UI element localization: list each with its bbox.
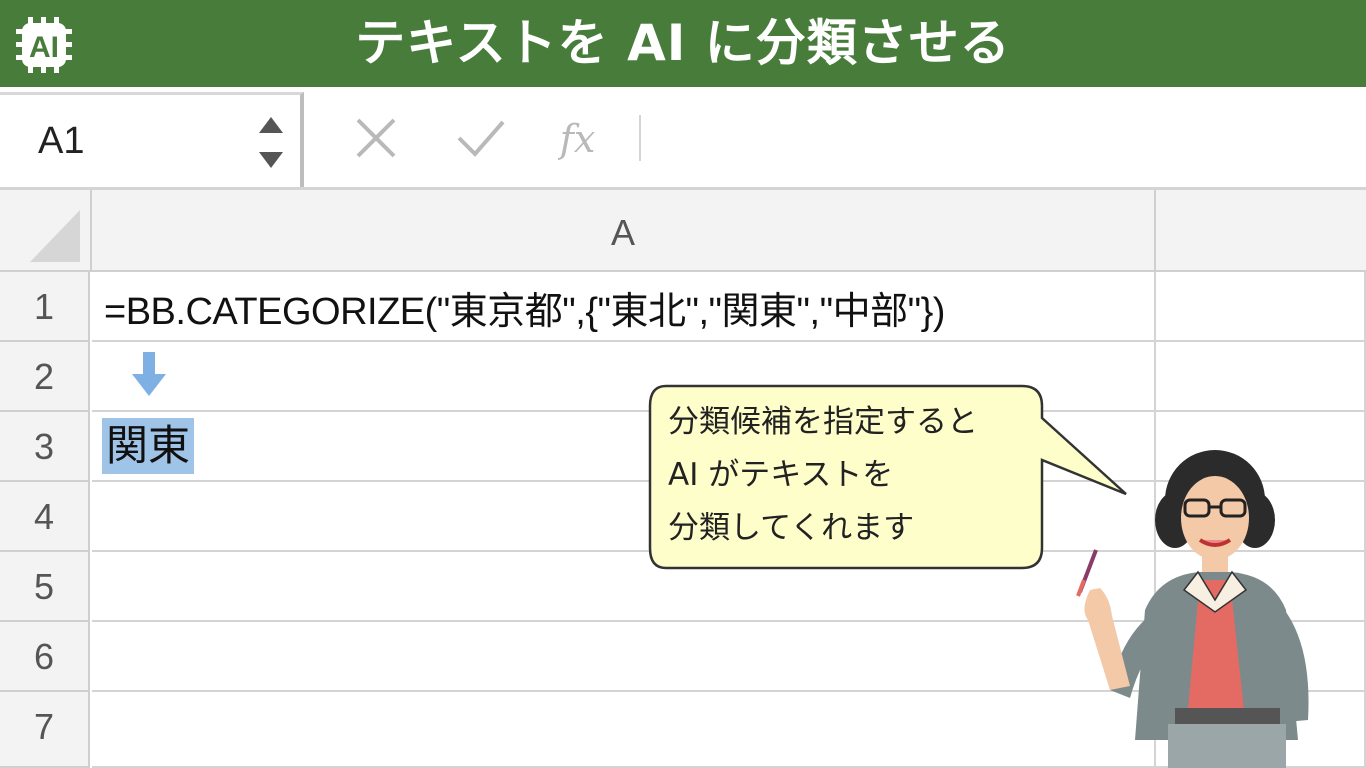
cell-a6[interactable] [92, 622, 1156, 692]
enter-check-icon[interactable] [455, 112, 507, 164]
select-all-corner[interactable] [0, 190, 92, 272]
cell-a1[interactable]: =BB.CATEGORIZE("東京都",{"東北","関東","中部"}) [92, 272, 1156, 342]
corner-triangle-icon [30, 210, 80, 262]
name-box-value[interactable]: A1 [38, 95, 84, 187]
cancel-icon[interactable] [350, 112, 402, 164]
name-box[interactable]: A1 [0, 92, 304, 187]
formula-bar: A1 fx [0, 87, 1366, 190]
formula-input[interactable] [660, 107, 1346, 167]
title-banner: AI テキストを AI に分類させる [0, 0, 1366, 87]
formula-divider [639, 115, 641, 161]
row-header-3[interactable]: 3 [0, 412, 90, 482]
down-arrow-icon [132, 352, 166, 396]
svg-text:fx: fx [558, 117, 595, 161]
page-title: テキストを AI に分類させる [355, 14, 1011, 72]
callout-line-1: 分類候補を指定すると [668, 404, 978, 440]
callout-text: 分類候補を指定すると AI がテキストを 分類してくれます [668, 396, 1048, 555]
cell-a1-formula: =BB.CATEGORIZE("東京都",{"東北","関東","中部"}) [104, 291, 945, 333]
ai-chip-icon: AI [16, 17, 72, 73]
cell-a3-result: 関東 [102, 418, 195, 474]
spin-down-icon[interactable] [257, 150, 285, 170]
row-header-4[interactable]: 4 [0, 482, 90, 552]
spin-up-icon[interactable] [257, 115, 285, 135]
teacher-illustration [1076, 450, 1309, 768]
logo-text: AI [29, 31, 59, 64]
row-header-6[interactable]: 6 [0, 622, 90, 692]
column-header-b[interactable] [1156, 190, 1366, 272]
row-header-2[interactable]: 2 [0, 342, 90, 412]
callout-line-3: 分類してくれます [668, 510, 915, 546]
row-header-5[interactable]: 5 [0, 552, 90, 622]
cell-a7[interactable] [92, 692, 1156, 768]
cell-b2[interactable] [1156, 342, 1366, 412]
row-header-7[interactable]: 7 [0, 692, 90, 768]
callout-line-2: AI がテキストを [668, 457, 894, 493]
cell-b1[interactable] [1156, 272, 1366, 342]
column-header-a[interactable]: A [92, 190, 1156, 272]
function-fx-icon[interactable]: fx [558, 112, 610, 164]
row-header-1[interactable]: 1 [0, 272, 90, 342]
